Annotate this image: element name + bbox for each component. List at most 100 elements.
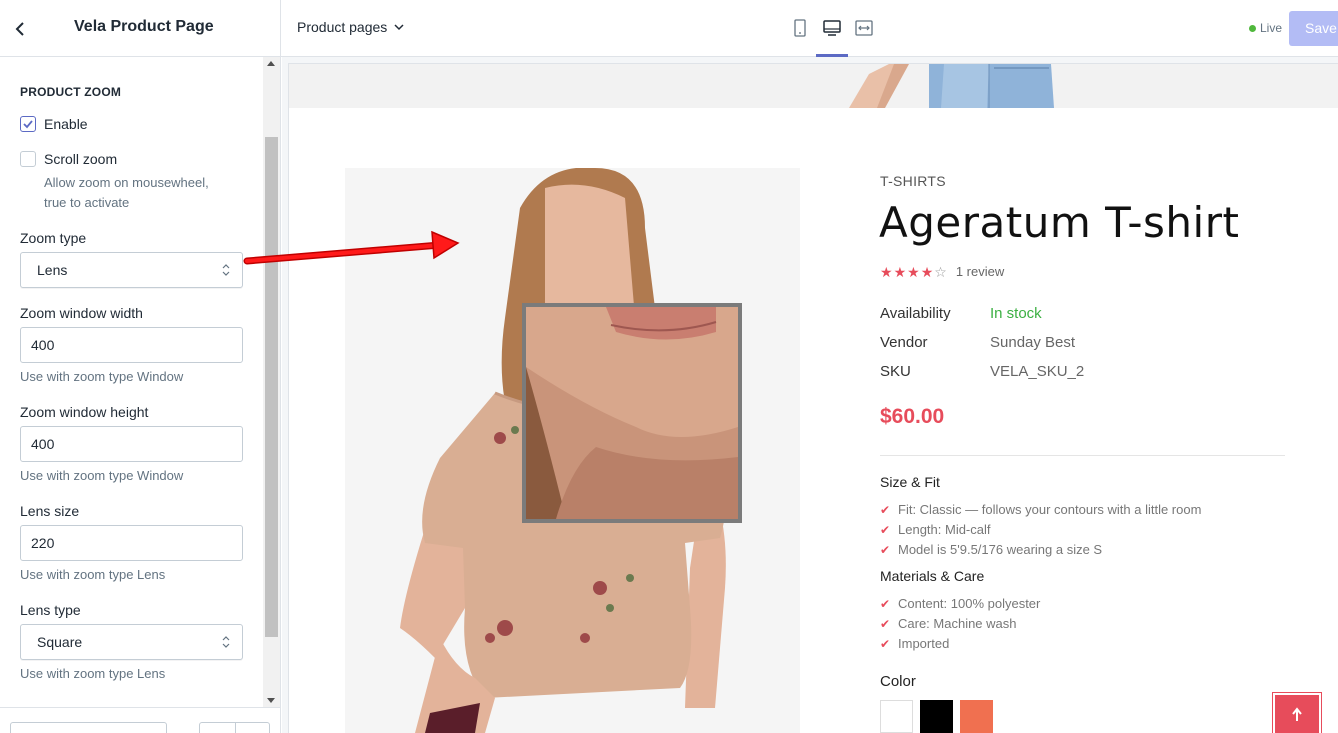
zoom-type-label: Zoom type: [20, 230, 87, 246]
vendor-value[interactable]: Sunday Best: [990, 334, 1075, 351]
checkbox-box[interactable]: [20, 151, 36, 167]
product-image[interactable]: [345, 168, 800, 733]
check-icon: ✔: [880, 616, 891, 631]
status-dot: [1249, 24, 1256, 32]
scroll-zoom-label: Scroll zoom: [44, 151, 118, 167]
list-item-text: Length: Mid-calf: [898, 522, 991, 537]
list-item: ✔ Care: Machine wash: [880, 616, 1017, 631]
zoom-window-height-label: Zoom window height: [20, 404, 149, 420]
check-icon: ✔: [880, 636, 891, 651]
desktop-view-button[interactable]: [816, 14, 848, 57]
lens-type-help: Use with zoom type Lens: [20, 666, 166, 681]
check-icon: ✔: [880, 542, 891, 557]
desktop-icon: [823, 20, 841, 36]
list-item-text: Care: Machine wash: [898, 616, 1017, 631]
scroll-zoom-checkbox[interactable]: Scroll zoom: [20, 151, 117, 167]
review-count[interactable]: 1 review: [956, 264, 1004, 279]
product-category[interactable]: T-SHIRTS: [880, 173, 946, 189]
list-item: ✔ Model is 5'9.5/176 wearing a size S: [880, 542, 1102, 557]
star-icon: ★: [920, 263, 934, 280]
panel-scrollbar[interactable]: [263, 57, 280, 707]
scroll-zoom-help: Allow zoom on mousewheel, true to activa…: [44, 173, 244, 213]
back-to-top-button[interactable]: [1272, 692, 1322, 733]
device-switcher: [784, 14, 880, 57]
back-button[interactable]: [10, 18, 32, 40]
list-item: ✔ Imported: [880, 636, 949, 651]
swatch-orange[interactable]: [960, 700, 993, 733]
zoom-window-height-help: Use with zoom type Window: [20, 468, 184, 483]
swatch-black[interactable]: [920, 700, 953, 733]
zoom-window-width-label: Zoom window width: [20, 305, 143, 321]
page-title: Vela Product Page: [74, 18, 214, 35]
list-item: ✔ Length: Mid-calf: [880, 522, 991, 537]
expand-horizontal-icon: [855, 20, 873, 36]
settings-panel: PRODUCT ZOOM Enable Scroll zoom Allow zo…: [0, 57, 281, 733]
footer-button[interactable]: [10, 722, 167, 733]
select-arrows-icon: [222, 264, 230, 276]
chevron-left-icon: [15, 22, 24, 36]
enable-checkbox[interactable]: Enable: [20, 116, 88, 132]
preview-pane: T-SHIRTS Ageratum T-shirt ★ ★ ★ ★ ☆ 1 re…: [282, 57, 1338, 733]
lens-size-label: Lens size: [20, 503, 80, 519]
checkmark-icon: [23, 120, 33, 129]
lens-type-select[interactable]: Square: [20, 624, 243, 660]
footer-button-group[interactable]: [199, 722, 270, 733]
arrow-up-icon: [1292, 707, 1302, 721]
swatch-white[interactable]: [880, 700, 913, 733]
zoom-lens[interactable]: [522, 303, 742, 523]
zoom-window-width-help: Use with zoom type Window: [20, 369, 184, 384]
mobile-icon: [794, 19, 806, 37]
sku-label: SKU: [880, 363, 911, 380]
divider: [880, 455, 1285, 456]
list-item: ✔ Fit: Classic — follows your contours wi…: [880, 502, 1201, 517]
color-label: Color: [880, 673, 916, 690]
availability-row: Availability In stock: [880, 305, 1042, 322]
zoom-window-width-input[interactable]: 400: [20, 327, 243, 363]
availability-value: In stock: [990, 305, 1042, 322]
mobile-view-button[interactable]: [784, 14, 816, 42]
check-icon: ✔: [880, 522, 891, 537]
storefront-preview: T-SHIRTS Ageratum T-shirt ★ ★ ★ ★ ☆ 1 re…: [289, 64, 1338, 733]
vendor-label: Vendor: [880, 334, 928, 351]
top-bar: Vela Product Page Product pages Live Sav…: [0, 0, 1338, 57]
page-type-dropdown[interactable]: Product pages: [297, 19, 405, 35]
live-label: Live: [1260, 21, 1283, 35]
scroll-up-arrow-icon[interactable]: [267, 61, 275, 66]
scroll-down-arrow-icon[interactable]: [267, 698, 275, 703]
product-title: Ageratum T-shirt: [879, 198, 1240, 247]
enable-label: Enable: [44, 116, 88, 132]
zoom-window-height-input[interactable]: 400: [20, 426, 243, 462]
zoomed-face-image: [526, 307, 738, 519]
sku-value: VELA_SKU_2: [990, 363, 1085, 380]
availability-label: Availability: [880, 305, 951, 322]
star-icon: ★: [880, 263, 893, 280]
sku-row: SKU VELA_SKU_2: [880, 363, 1084, 380]
chevron-down-icon: [394, 24, 404, 31]
list-item-text: Content: 100% polyester: [898, 596, 1041, 611]
select-arrows-icon: [222, 636, 230, 648]
checkbox-box[interactable]: [20, 116, 36, 132]
lens-type-value: Square: [37, 634, 83, 650]
previous-section-image: [289, 64, 1338, 108]
zoom-type-select[interactable]: Lens: [20, 252, 243, 288]
lens-type-label: Lens type: [20, 602, 81, 618]
page-type-label: Product pages: [297, 19, 388, 35]
check-icon: ✔: [880, 502, 891, 517]
list-item-text: Fit: Classic — follows your contours wit…: [898, 502, 1202, 517]
scroll-thumb[interactable]: [265, 137, 278, 637]
materials-heading: Materials & Care: [880, 568, 985, 584]
star-icon: ★: [907, 263, 920, 280]
list-item: ✔ Content: 100% polyester: [880, 596, 1040, 611]
vendor-row: Vendor Sunday Best: [880, 334, 1075, 351]
help-line: true to activate: [44, 195, 130, 210]
lens-size-input[interactable]: 220: [20, 525, 243, 561]
rating[interactable]: ★ ★ ★ ★ ☆ 1 review: [880, 264, 1004, 279]
star-icon: ★: [893, 263, 907, 280]
list-item-text: Imported: [898, 636, 950, 651]
lens-size-help: Use with zoom type Lens: [20, 567, 166, 582]
save-button[interactable]: Save: [1289, 11, 1338, 46]
help-line: Allow zoom on mousewheel,: [44, 175, 209, 190]
fullscreen-view-button[interactable]: [848, 14, 880, 42]
section-title: PRODUCT ZOOM: [20, 85, 122, 99]
check-icon: ✔: [880, 596, 891, 611]
